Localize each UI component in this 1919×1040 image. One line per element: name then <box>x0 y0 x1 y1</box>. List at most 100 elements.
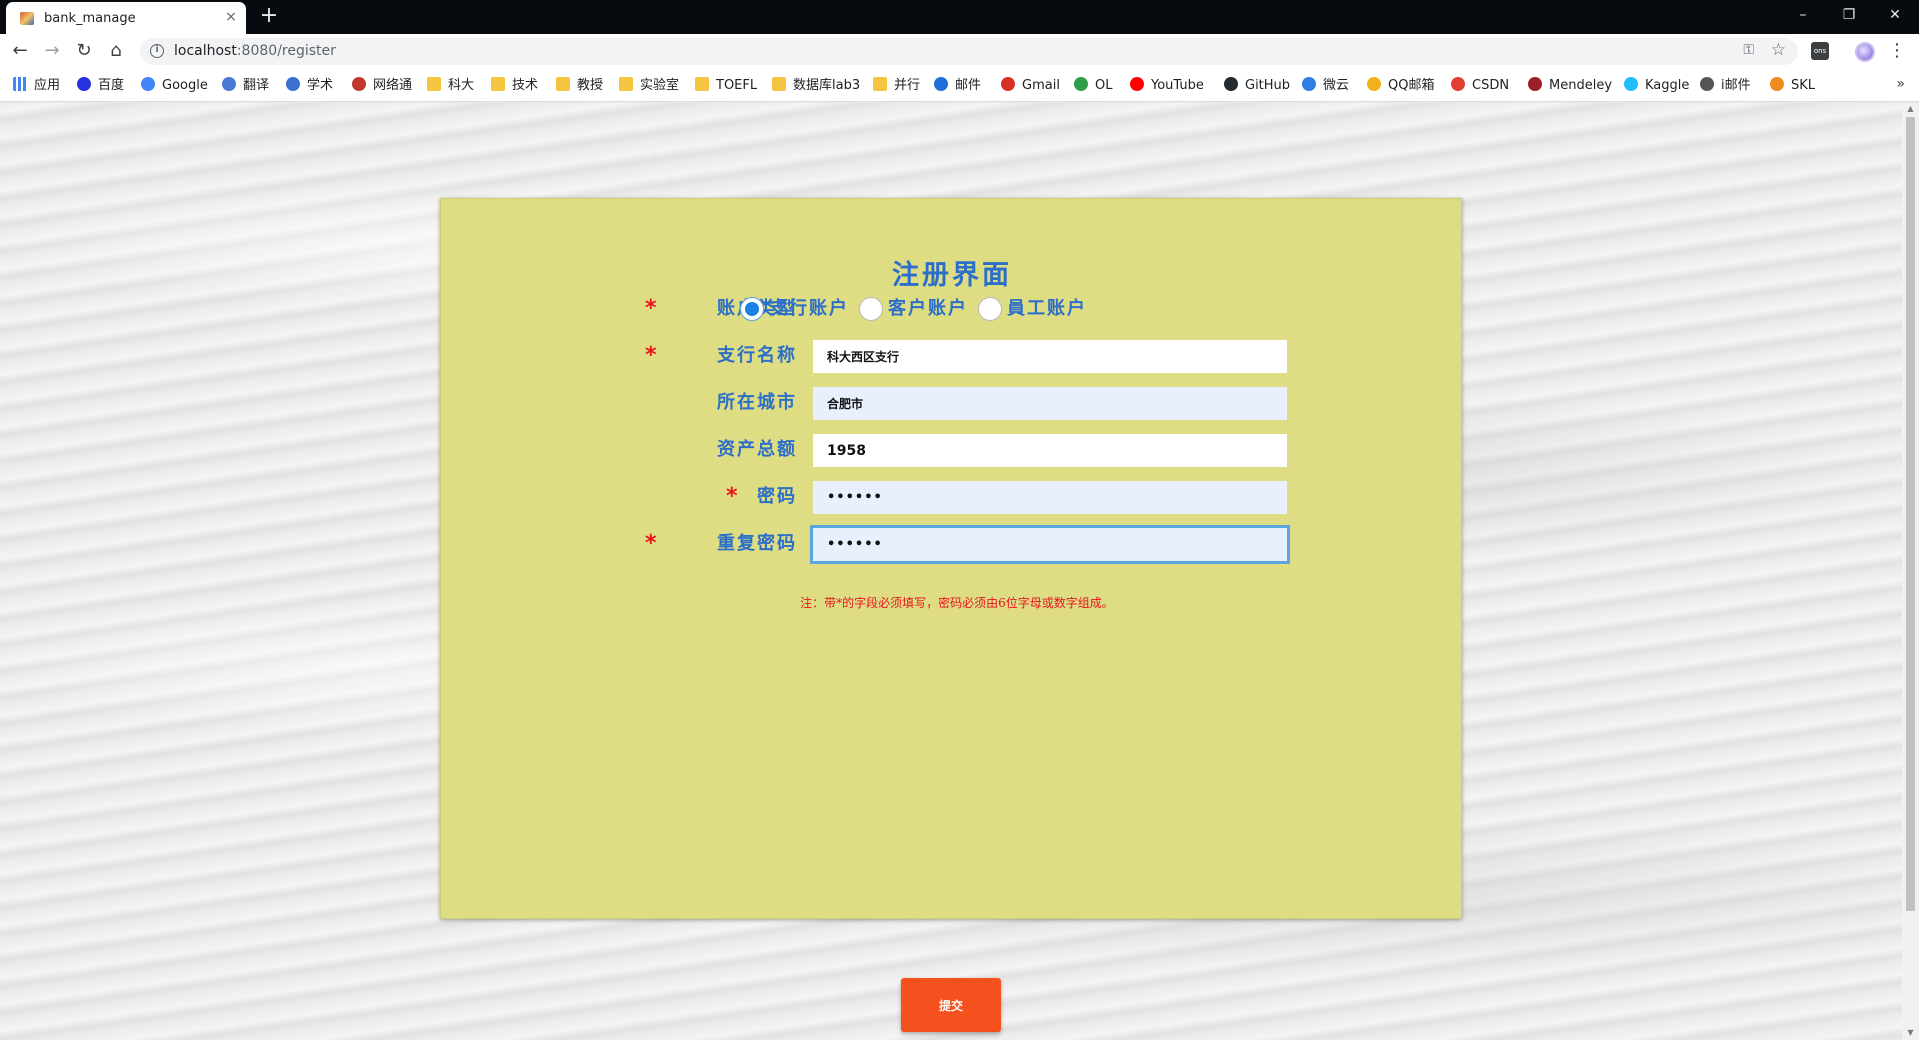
branch-name-input[interactable] <box>813 340 1287 373</box>
bookmark-item[interactable]: OL <box>1074 77 1112 95</box>
password-key-icon[interactable]: ⚿ <box>1743 42 1754 58</box>
reload-button[interactable]: ↻ <box>72 39 96 63</box>
bookmark-item[interactable]: Gmail <box>1001 77 1060 95</box>
bookmark-label: 应用 <box>34 78 61 93</box>
bookmarks-overflow-icon[interactable]: » <box>1896 76 1905 92</box>
mendeley-icon <box>1528 77 1542 91</box>
folder-icon <box>491 77 505 91</box>
bookmark-item[interactable]: YouTube <box>1130 77 1204 95</box>
bookmark-label: GitHub <box>1245 78 1291 93</box>
radio-employee-account-label[interactable]: 員工账户 <box>1007 291 1087 327</box>
radio-branch-account-label[interactable]: 支行账户 <box>769 291 849 327</box>
close-window-button[interactable]: ✕ <box>1872 0 1918 30</box>
required-mark: * <box>645 343 657 368</box>
required-mark: * <box>645 296 657 321</box>
register-card: 注册界面 * 账户类型 支行账户 客户账户 員工账户 * 支行名称 所在城市 资… <box>440 198 1462 919</box>
profile-avatar[interactable] <box>1855 42 1875 62</box>
bookmark-label: 技术 <box>512 78 539 93</box>
tab-title: bank_manage <box>44 11 136 26</box>
password-repeat-input[interactable] <box>813 528 1287 561</box>
bookmark-item[interactable]: 并行 <box>873 77 920 95</box>
password-label-wrap: 密码 <box>657 479 797 515</box>
address-bar[interactable]: i localhost:8080/register ⚿ ☆ <box>140 38 1798 65</box>
branch-name-row: * 支行名称 <box>441 338 1463 374</box>
bookmark-item[interactable]: 实验室 <box>619 77 679 95</box>
assets-label-wrap: 资产总额 <box>657 432 797 468</box>
browser-tab[interactable]: bank_manage × <box>6 2 246 34</box>
csdn-icon <box>1451 77 1465 91</box>
mail-c-icon <box>934 77 948 91</box>
ol-icon <box>1074 77 1088 91</box>
url-path: :8080/register <box>236 43 336 59</box>
bookmark-label: Mendeley <box>1549 78 1613 93</box>
scroll-up-icon[interactable]: ▲ <box>1905 104 1916 114</box>
bookmark-item[interactable]: 邮件 <box>934 77 981 95</box>
password-input[interactable] <box>813 481 1287 514</box>
radio-employee-account[interactable] <box>978 297 1002 321</box>
city-input[interactable] <box>813 387 1287 420</box>
radio-customer-account[interactable] <box>859 297 883 321</box>
url-text[interactable]: localhost:8080/register <box>174 43 336 59</box>
bookmark-label: 网络通 <box>373 78 413 93</box>
bookmarks-bar: » 应用 百度 Google 翻译 学术 网络通 科大 技术 教授 实验室 TOEFL 数据库lab3… <box>0 68 1919 102</box>
bookmark-item[interactable]: QQ邮箱 <box>1367 77 1434 95</box>
translate-icon <box>222 77 236 91</box>
bookmark-item[interactable]: 百度 <box>77 77 124 95</box>
site-info-icon[interactable]: i <box>150 44 164 58</box>
required-mark: * <box>645 531 657 556</box>
branch-name-label-wrap: 支行名称 <box>657 338 797 374</box>
browser-menu-icon[interactable]: ⋮ <box>1888 40 1906 62</box>
apple-icon <box>1700 77 1714 91</box>
bookmark-item[interactable]: 微云 <box>1302 77 1349 95</box>
bookmark-label: 微云 <box>1323 78 1350 93</box>
bookmark-item[interactable]: 科大 <box>427 77 474 95</box>
bookmark-item[interactable]: Kaggle <box>1624 77 1689 95</box>
assets-row: 资产总额 <box>441 432 1463 468</box>
bookmark-item[interactable]: Google <box>141 77 208 95</box>
bookmark-item[interactable]: 网络通 <box>352 77 412 95</box>
tab-close-icon[interactable]: × <box>222 8 240 26</box>
password-repeat-label-wrap: 重复密码 <box>657 526 797 562</box>
bookmark-label: 邮件 <box>955 78 982 93</box>
scroll-down-icon[interactable]: ▼ <box>1905 1028 1916 1038</box>
bookmark-item[interactable]: Mendeley <box>1528 77 1612 95</box>
tab-strip: bank_manage × + – ❐ ✕ <box>0 0 1919 34</box>
github-icon <box>1224 77 1238 91</box>
restore-button[interactable]: ❐ <box>1826 0 1872 30</box>
forward-button[interactable]: → <box>40 39 64 63</box>
scholar-icon <box>286 77 300 91</box>
password-repeat-label: 重复密码 <box>717 533 797 554</box>
radio-branch-account[interactable] <box>740 297 764 321</box>
folder-icon <box>556 77 570 91</box>
bookmark-star-icon[interactable]: ☆ <box>1771 40 1786 60</box>
kaggle-icon <box>1624 77 1638 91</box>
password-row: * 密码 <box>441 479 1463 515</box>
minimize-button[interactable]: – <box>1780 0 1826 30</box>
bookmark-item[interactable]: TOEFL <box>695 77 757 95</box>
extension-icon[interactable]: ons <box>1811 42 1829 60</box>
assets-input[interactable] <box>813 434 1287 467</box>
back-button[interactable]: ← <box>8 39 32 63</box>
bookmark-label: Kaggle <box>1645 78 1690 93</box>
bookmark-item[interactable]: 数据库lab3 <box>772 77 860 95</box>
google-icon <box>141 77 155 91</box>
bookmark-label: 翻译 <box>243 78 270 93</box>
bookmark-item[interactable]: SKL <box>1770 77 1815 95</box>
bookmark-item[interactable]: 技术 <box>491 77 538 95</box>
bookmark-item[interactable]: 应用 <box>13 77 60 95</box>
bookmark-item[interactable]: GitHub <box>1224 77 1290 95</box>
submit-button[interactable]: 提交 <box>901 978 1001 1032</box>
bookmark-item[interactable]: 翻译 <box>222 77 269 95</box>
new-tab-button[interactable]: + <box>256 4 282 30</box>
weiyun-icon <box>1302 77 1316 91</box>
scrollbar-thumb[interactable] <box>1906 117 1915 911</box>
radio-customer-account-label[interactable]: 客户账户 <box>888 291 968 327</box>
bookmark-item[interactable]: i邮件 <box>1700 77 1751 95</box>
bookmark-item[interactable]: 教授 <box>556 77 603 95</box>
folder-icon <box>695 77 709 91</box>
bookmark-item[interactable]: CSDN <box>1451 77 1509 95</box>
bookmark-item[interactable]: 学术 <box>286 77 333 95</box>
bookmark-label: 教授 <box>577 78 604 93</box>
bookmark-label: SKL <box>1791 78 1816 93</box>
home-button[interactable]: ⌂ <box>104 39 128 63</box>
